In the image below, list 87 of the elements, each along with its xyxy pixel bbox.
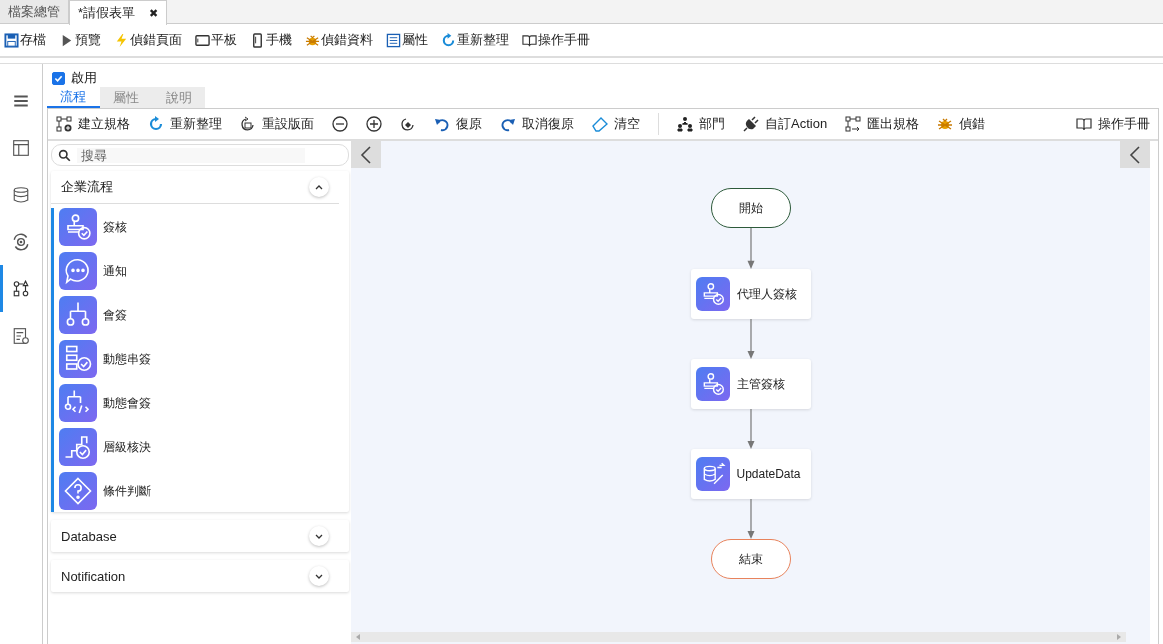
collapse-button[interactable] — [351, 141, 381, 168]
fit-view-icon — [400, 116, 416, 132]
refresh-icon — [148, 116, 164, 132]
toolbar-button[interactable]: 屬性 — [386, 31, 428, 49]
toolbar-button[interactable]: 平板 — [195, 31, 237, 49]
toolbar-button[interactable]: 重新整理 — [441, 31, 509, 49]
node-label: UpdateData — [736, 467, 801, 481]
palette-item[interactable]: 條件判斷 — [59, 472, 349, 510]
redo-icon — [500, 116, 516, 132]
list-icon — [386, 32, 401, 48]
palette-item[interactable]: 會簽 — [59, 296, 349, 334]
toolbar-button[interactable]: 建立規格 — [56, 115, 130, 133]
toolbar-button[interactable]: 部門 — [677, 115, 725, 133]
zoom-out-icon — [332, 116, 348, 132]
start-node[interactable]: 開始 — [710, 188, 791, 228]
bug-icon — [937, 116, 954, 132]
nodes-icon — [56, 116, 72, 132]
icon-button[interactable] — [400, 116, 416, 132]
check-icon — [54, 73, 63, 83]
toolbar-button[interactable]: 偵錯 — [937, 115, 986, 133]
palette-item[interactable]: 簽核 — [59, 208, 349, 246]
database-icon — [12, 185, 30, 204]
eraser-icon — [592, 116, 608, 132]
tab-label: *請假表單 — [78, 4, 136, 22]
toolbar-button[interactable]: 偵錯資料 — [305, 31, 373, 49]
toolbar-button[interactable]: 重設版面 — [240, 115, 314, 133]
zoom-in-icon — [366, 116, 382, 132]
toolbar-button[interactable]: 操作手冊 — [522, 31, 590, 49]
connector-arrow — [745, 499, 756, 539]
chevron-left-icon — [360, 144, 372, 165]
section-title: Database — [61, 528, 117, 544]
close-button[interactable]: ✖ — [149, 6, 159, 20]
connector-arrow — [745, 409, 756, 449]
section-title: 企業流程 — [61, 178, 113, 196]
node-label: 主管簽核 — [736, 375, 785, 393]
search-field[interactable]: 搜尋 — [51, 144, 349, 166]
connector-arrow — [745, 228, 756, 269]
phone-icon — [250, 32, 265, 48]
flow-nodes-icon — [12, 279, 30, 298]
people-icon — [677, 116, 693, 132]
undo-icon — [434, 116, 450, 132]
toolbar-button[interactable]: 匯出規格 — [845, 115, 920, 133]
view-tab[interactable]: 流程 — [47, 87, 100, 108]
toolbar-button[interactable]: 偵錯頁面 — [114, 31, 182, 49]
toolbar-button[interactable]: 預覽 — [59, 31, 101, 49]
chevron-left-icon — [1129, 144, 1141, 165]
task-node[interactable]: 代理人簽核 — [690, 269, 811, 319]
book-icon — [522, 32, 537, 48]
expand-toggle[interactable] — [309, 566, 329, 586]
search-icon — [58, 148, 71, 162]
end-node[interactable]: 結束 — [710, 539, 791, 579]
toolbar-button[interactable]: 取消復原 — [500, 115, 574, 133]
palette-item[interactable]: 層級核決 — [59, 428, 349, 466]
refresh-icon — [441, 32, 456, 48]
plug-icon — [743, 116, 759, 132]
palette-item[interactable]: 通知 — [59, 252, 349, 290]
toolbar-button[interactable]: 操作手冊 — [1076, 115, 1150, 133]
collapse-button[interactable] — [1120, 141, 1150, 168]
tablet-icon — [195, 32, 210, 48]
toolbar-button[interactable]: 存檔 — [4, 31, 46, 49]
toolbar-button[interactable]: 重新整理 — [148, 115, 222, 133]
expand-toggle[interactable] — [309, 177, 329, 197]
table-layout-icon — [12, 138, 30, 157]
icon-button[interactable] — [366, 116, 382, 132]
file-tab[interactable]: *請假表單 ✖ — [69, 0, 168, 25]
connector-arrow — [745, 319, 756, 359]
export-icon — [845, 116, 862, 132]
checkbox[interactable] — [52, 71, 65, 85]
toolbar-button[interactable]: 復原 — [434, 115, 482, 133]
toolbar-button[interactable]: 自訂Action — [743, 115, 828, 133]
icon-button[interactable] — [332, 116, 348, 132]
task-node[interactable]: UpdateData — [690, 449, 811, 499]
palette-item[interactable]: 動態串簽 — [59, 340, 349, 378]
tab-label: 檔案總管 — [8, 2, 60, 21]
book-icon — [1076, 116, 1092, 132]
sync-icon — [12, 232, 30, 251]
expand-toggle[interactable] — [309, 526, 329, 546]
palette-item[interactable]: 動態會簽 — [59, 384, 349, 422]
toolbar-button[interactable]: 手機 — [250, 31, 292, 49]
section-title: Notification — [61, 568, 126, 584]
node-label: 代理人簽核 — [736, 285, 797, 303]
report-icon — [12, 326, 30, 345]
toolbar-button[interactable]: 清空 — [592, 115, 640, 133]
checkbox-label: 啟用 — [71, 69, 97, 87]
layout-reset-icon — [240, 116, 256, 132]
task-node[interactable]: 主管簽核 — [690, 359, 811, 409]
file-tab[interactable]: 檔案總管 — [0, 0, 69, 23]
